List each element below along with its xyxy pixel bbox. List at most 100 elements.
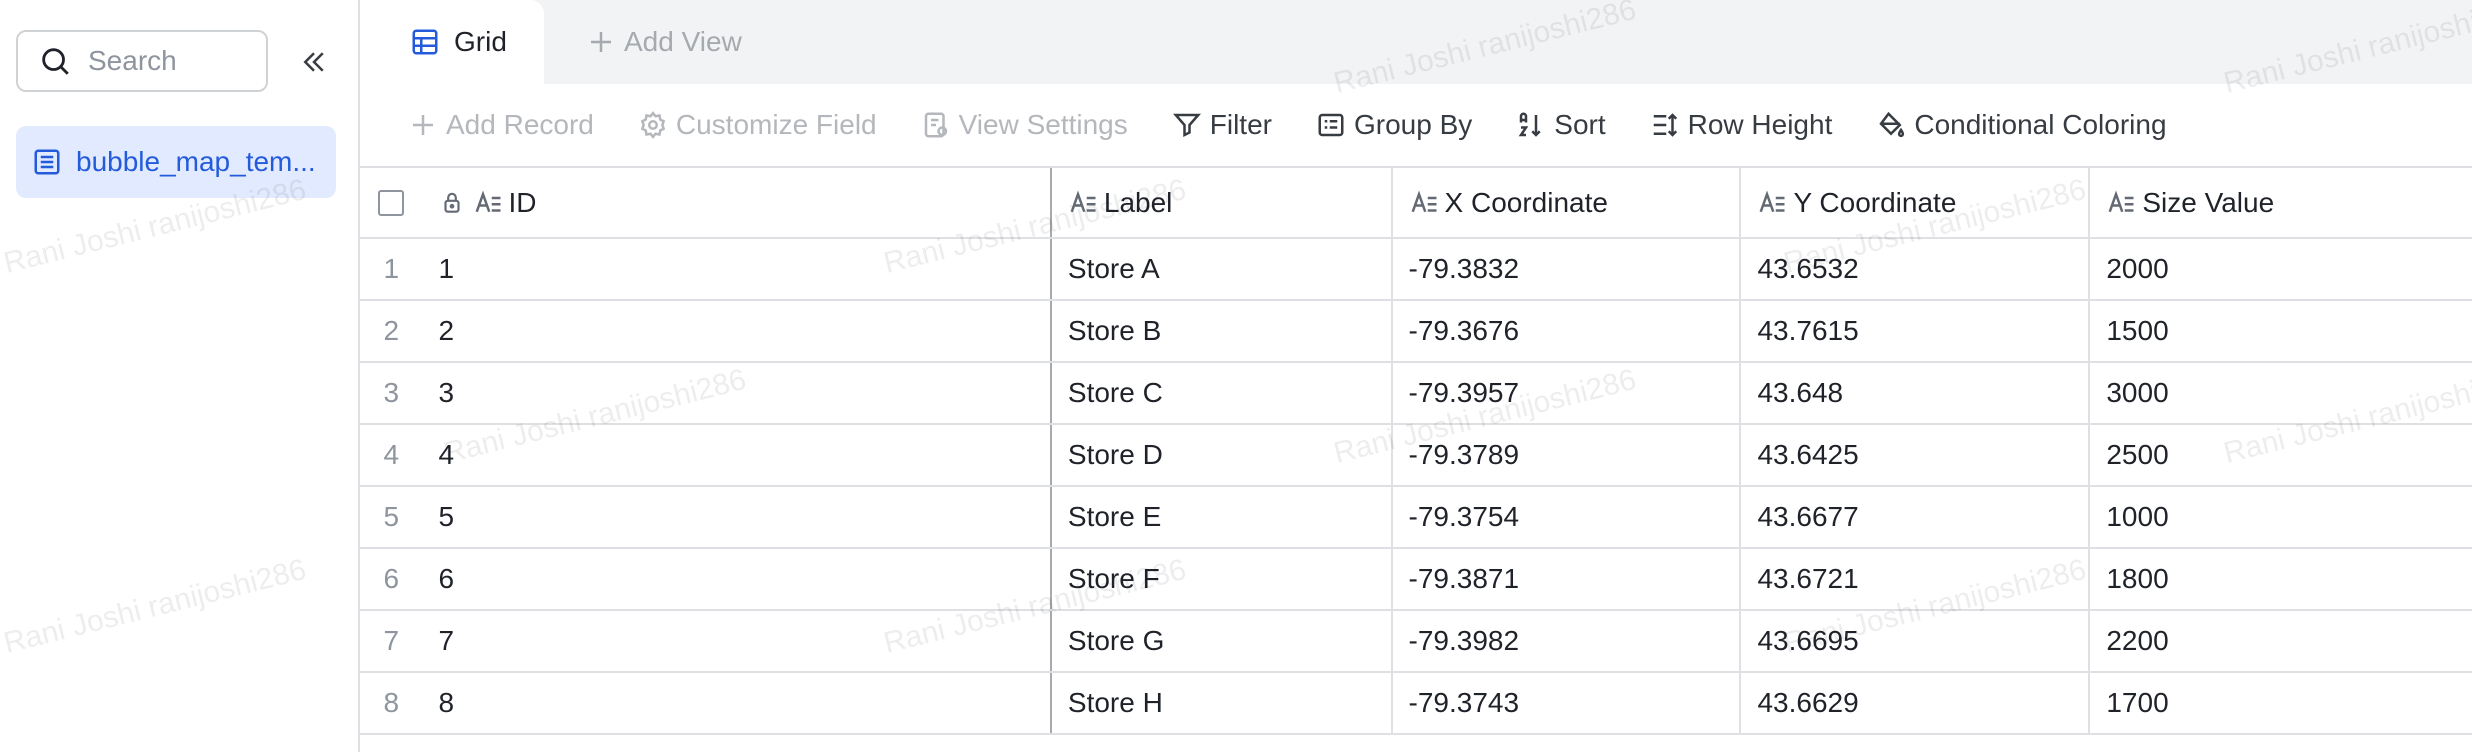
filter-icon (1172, 113, 1201, 138)
cell-y-coordinate[interactable]: 43.7615 (1740, 300, 2091, 363)
table-row[interactable]: 2 2 Store B -79.3676 43.7615 1500 (360, 300, 2472, 363)
row-height-label: Row Height (1687, 109, 1833, 140)
cell-label[interactable]: Store C (1050, 362, 1393, 425)
cell-label[interactable]: Store F (1050, 548, 1393, 611)
cell-label[interactable]: Store A (1050, 238, 1393, 301)
group-by-label: Group By (1353, 109, 1473, 140)
cell-id[interactable]: 7 (422, 610, 1052, 673)
cell-size-value[interactable]: 2000 (2089, 238, 2472, 301)
cell-size-value[interactable]: 2200 (2089, 610, 2472, 673)
table-row[interactable]: 1 1 Store A -79.3832 43.6532 2000 (360, 238, 2472, 301)
conditional-coloring-button[interactable]: Conditional Coloring (1876, 109, 2167, 141)
cell-id[interactable]: 6 (422, 548, 1052, 611)
cell-size-value[interactable]: 1700 (2089, 672, 2472, 735)
tab-grid[interactable]: Grid (360, 0, 544, 84)
cell-label[interactable]: Store H (1050, 672, 1393, 735)
sort-icon (1518, 112, 1541, 137)
group-by-button[interactable]: Group By (1316, 109, 1472, 141)
cell-y-coordinate[interactable]: 43.6629 (1740, 672, 2091, 735)
cell-id[interactable]: 1 (422, 238, 1052, 301)
grid-view-icon (412, 29, 438, 55)
cell-label[interactable]: Store G (1050, 610, 1393, 673)
column-header-x-coordinate[interactable]: X Coordinate (1391, 168, 1742, 239)
cell-y-coordinate[interactable]: 43.6532 (1740, 238, 2091, 301)
table-row[interactable]: 4 4 Store D -79.3789 43.6425 2500 (360, 424, 2472, 487)
cell-x-coordinate[interactable]: -79.3754 (1391, 486, 1742, 549)
chevrons-left-icon (303, 52, 324, 72)
text-field-icon (2108, 190, 2134, 212)
filter-label: Filter (1209, 109, 1272, 140)
cell-id[interactable]: 2 (422, 300, 1052, 363)
sort-button[interactable]: Sort (1516, 109, 1606, 141)
customize-field-label: Customize Field (675, 109, 877, 140)
column-header-size-value[interactable]: Size Value (2089, 168, 2472, 239)
lock-icon (443, 192, 460, 213)
cell-y-coordinate[interactable]: 43.6425 (1740, 424, 2091, 487)
header-row: ID Label X Coordinate Y Coordinate Size … (360, 168, 2472, 239)
text-field-icon (475, 190, 500, 212)
column-header-id[interactable]: ID (422, 168, 1052, 239)
cell-x-coordinate[interactable]: -79.3832 (1391, 238, 1742, 301)
table-row[interactable]: 5 5 Store E -79.3754 43.6677 1000 (360, 486, 2472, 549)
row-number: 3 (360, 362, 423, 425)
cell-label[interactable]: Store E (1050, 486, 1393, 549)
cell-size-value[interactable]: 1500 (2089, 300, 2472, 363)
row-number: 2 (360, 300, 423, 363)
select-all-cell (360, 168, 423, 239)
search-box[interactable] (16, 30, 268, 92)
filter-button[interactable]: Filter (1172, 109, 1272, 141)
cell-label[interactable]: Store D (1050, 424, 1393, 487)
cell-y-coordinate[interactable]: 43.6721 (1740, 548, 2091, 611)
search-input[interactable] (86, 44, 260, 78)
cell-size-value[interactable]: 1800 (2089, 548, 2472, 611)
text-field-icon (1411, 190, 1437, 212)
table-row[interactable]: 8 8 Store H -79.3743 43.6629 1700 (360, 672, 2472, 735)
row-number: 4 (360, 424, 423, 487)
row-number: 7 (360, 610, 423, 673)
cell-y-coordinate[interactable]: 43.6677 (1740, 486, 2091, 549)
group-icon (1318, 113, 1344, 137)
cell-id[interactable]: 5 (422, 486, 1052, 549)
view-settings-icon (924, 112, 947, 138)
cell-y-coordinate[interactable]: 43.6695 (1740, 610, 2091, 673)
cell-x-coordinate[interactable]: -79.3789 (1391, 424, 1742, 487)
view-settings-button[interactable]: View Settings (921, 109, 1128, 141)
search-icon (42, 48, 69, 75)
column-header-label[interactable]: Label (1050, 168, 1393, 239)
add-view-button[interactable]: Add View (586, 0, 742, 84)
column-header-y-coordinate[interactable]: Y Coordinate (1740, 168, 2091, 239)
cell-id[interactable]: 8 (422, 672, 1052, 735)
view-settings-label: View Settings (958, 109, 1128, 140)
table-row[interactable]: 3 3 Store C -79.3957 43.648 3000 (360, 362, 2472, 425)
cell-x-coordinate[interactable]: -79.3982 (1391, 610, 1742, 673)
add-record-button[interactable]: Add Record (408, 109, 594, 141)
cell-size-value[interactable]: 3000 (2089, 362, 2472, 425)
column-label: Size Value (2142, 186, 2275, 218)
row-number: 6 (360, 548, 423, 611)
cell-size-value[interactable]: 1000 (2089, 486, 2472, 549)
cell-label[interactable]: Store B (1050, 300, 1393, 363)
sidebar-item-table[interactable]: bubble_map_tem... (16, 126, 336, 198)
cell-x-coordinate[interactable]: -79.3676 (1391, 300, 1742, 363)
cell-x-coordinate[interactable]: -79.3743 (1391, 672, 1742, 735)
cell-size-value[interactable]: 2500 (2089, 424, 2472, 487)
column-label: Label (1103, 186, 1173, 218)
cell-x-coordinate[interactable]: -79.3871 (1391, 548, 1742, 611)
collapse-sidebar-button[interactable] (294, 40, 334, 84)
customize-field-button[interactable]: Customize Field (638, 109, 877, 141)
column-label: Y Coordinate (1793, 186, 1957, 218)
add-view-label: Add View (624, 26, 742, 57)
cell-x-coordinate[interactable]: -79.3957 (1391, 362, 1742, 425)
paint-bucket-icon (1879, 111, 1905, 138)
cell-id[interactable]: 4 (422, 424, 1052, 487)
text-field-icon (1070, 190, 1096, 212)
select-all-checkbox[interactable] (378, 189, 405, 216)
sidebar-item-label: bubble_map_tem... (76, 146, 316, 177)
cell-id[interactable]: 3 (422, 362, 1052, 425)
row-number: 5 (360, 486, 423, 549)
row-height-button[interactable]: Row Height (1650, 109, 1833, 141)
table-row[interactable]: 7 7 Store G -79.3982 43.6695 2200 (360, 610, 2472, 673)
table-row[interactable]: 6 6 Store F -79.3871 43.6721 1800 (360, 548, 2472, 611)
cell-y-coordinate[interactable]: 43.648 (1740, 362, 2091, 425)
add-record-label: Add Record (446, 109, 594, 140)
